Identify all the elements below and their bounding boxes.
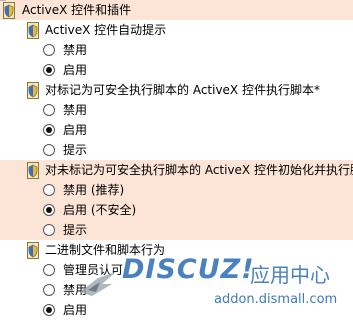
radio-button[interactable]: [43, 224, 55, 236]
setting-label: ActiveX 控件自动提示: [45, 23, 167, 37]
radio-button-selected[interactable]: [43, 304, 55, 316]
security-shield-icon: [27, 82, 39, 99]
radio-option-label[interactable]: 启用: [63, 62, 87, 79]
radio-button[interactable]: [43, 104, 55, 116]
radio-button-selected[interactable]: [43, 64, 55, 76]
radio-option-label[interactable]: 禁用: [63, 102, 87, 119]
watermark-logo-text: DISCUZ!: [122, 254, 255, 285]
radio-option[interactable]: 提示: [0, 220, 353, 240]
setting-label: 对未标记为可安全执行脚本的 ActiveX 控件初始化并执行脚: [45, 163, 353, 177]
setting-label: 对标记为可安全执行脚本的 ActiveX 控件执行脚本*: [45, 83, 320, 97]
radio-option[interactable]: 禁用 (推荐): [0, 180, 353, 200]
radio-option-label[interactable]: 禁用: [63, 42, 87, 59]
discuz-watermark: DISCUZ! 应用中心 addon.dismall.com: [78, 252, 353, 323]
radio-option-label[interactable]: 禁用 (推荐): [63, 182, 124, 199]
setting-label: ActiveX 控件和插件: [22, 3, 132, 17]
radio-option[interactable]: 禁用: [0, 40, 353, 60]
radio-button[interactable]: [43, 264, 55, 276]
watermark-url: addon.dismall.com: [214, 292, 338, 307]
radio-button-selected[interactable]: [43, 124, 55, 136]
radio-option-label[interactable]: 启用: [63, 122, 87, 139]
radio-option-label[interactable]: 提示: [63, 222, 87, 239]
radio-option[interactable]: 启用: [0, 120, 353, 140]
radio-button[interactable]: [43, 44, 55, 56]
radio-button[interactable]: [43, 284, 55, 296]
security-shield-icon: [27, 162, 39, 179]
watermark-chinese-text: 应用中心: [250, 263, 330, 287]
radio-option[interactable]: 提示: [0, 140, 353, 160]
setting-group: ActiveX 控件自动提示: [0, 20, 353, 40]
security-shield-icon: [27, 242, 39, 259]
radio-button-selected[interactable]: [43, 204, 55, 216]
radio-button[interactable]: [43, 184, 55, 196]
radio-button[interactable]: [43, 144, 55, 156]
bird-logo-icon: [80, 272, 116, 296]
setting-group: 对标记为可安全执行脚本的 ActiveX 控件执行脚本*: [0, 80, 353, 100]
list-corner-divider: [0, 0, 6, 4]
radio-option[interactable]: 启用: [0, 60, 353, 80]
radio-option-label[interactable]: 提示: [63, 142, 87, 159]
radio-option[interactable]: 禁用: [0, 100, 353, 120]
security-shield-icon: [27, 22, 39, 39]
setting-group: 对未标记为可安全执行脚本的 ActiveX 控件初始化并执行脚: [0, 160, 353, 180]
radio-option[interactable]: 启用 (不安全): [0, 200, 353, 220]
security-shield-icon: [3, 2, 15, 19]
category-header: ActiveX 控件和插件: [0, 0, 353, 20]
radio-option-label[interactable]: 启用 (不安全): [63, 202, 136, 219]
